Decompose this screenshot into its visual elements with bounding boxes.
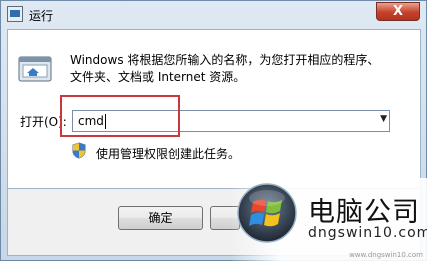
- uac-shield-icon: [72, 142, 86, 159]
- watermark-url: dngswin10.com: [308, 225, 427, 241]
- close-icon: X: [392, 4, 404, 19]
- run-program-icon: [18, 56, 52, 82]
- run-app-icon: [7, 6, 23, 22]
- watermark: 电脑公司 dngswin10.com www.dngswin10.com: [230, 178, 427, 261]
- title-bar[interactable]: 运行 X: [1, 1, 426, 29]
- windows-logo-icon: [237, 183, 297, 243]
- watermark-title: 电脑公司: [308, 197, 420, 228]
- description-line-2: 文件夹、文档或 Internet 资源。: [70, 70, 246, 84]
- description-line-1: Windows 将根据您所输入的名称，为您打开相应的程序、: [70, 53, 380, 67]
- ok-button[interactable]: 确定: [118, 206, 203, 230]
- close-button[interactable]: X: [376, 2, 420, 21]
- watermark-small-url: www.dngswin10.com: [349, 251, 423, 259]
- window-title: 运行: [29, 9, 54, 23]
- description-text: Windows 将根据您所输入的名称，为您打开相应的程序、 文件夹、文档或 In…: [70, 52, 379, 86]
- admin-note: 使用管理权限创建此任务。: [96, 147, 241, 161]
- highlight-box: [60, 95, 180, 137]
- chevron-down-icon[interactable]: ▼: [380, 114, 387, 124]
